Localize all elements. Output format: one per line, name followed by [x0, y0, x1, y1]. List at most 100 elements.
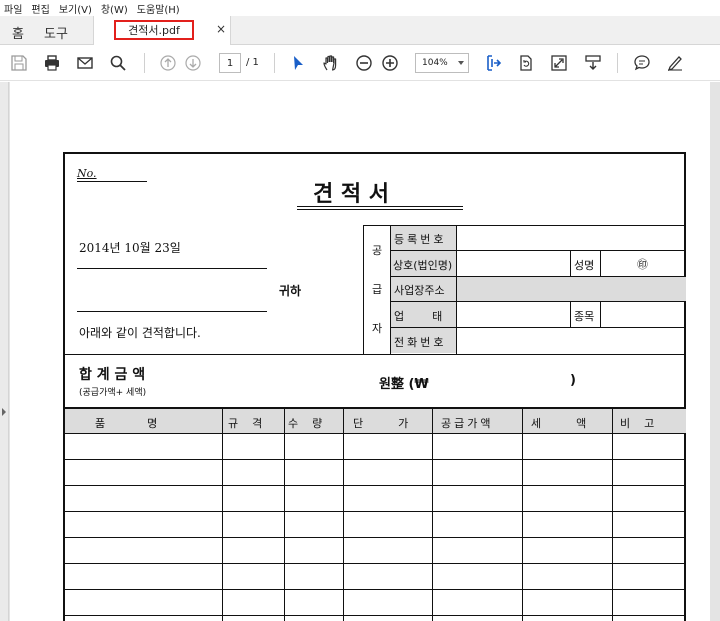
column-header: 세 액	[531, 417, 587, 430]
total-close: )	[570, 373, 576, 388]
supplier-label-char: 자	[372, 322, 383, 335]
supplier-cell-line	[600, 301, 601, 327]
intro-text: 아래와 같이 견적합니다.	[79, 326, 201, 340]
zoom-value: 104%	[422, 58, 448, 68]
table-row	[65, 433, 686, 434]
business-item-label: 종목	[574, 310, 595, 323]
total-sub-label: (공급가액+ 세액)	[79, 388, 147, 398]
tab-bar: 홈 도구 견적서.pdf ×	[0, 16, 720, 45]
page-number-input[interactable]: 1	[219, 53, 241, 73]
recipient-suffix: 귀하	[279, 284, 302, 298]
hand-icon[interactable]	[321, 53, 341, 73]
email-icon[interactable]	[75, 53, 95, 73]
menu-file[interactable]: 파일	[4, 1, 22, 16]
number-underline	[77, 181, 147, 182]
tab-tools[interactable]: 도구	[44, 23, 68, 42]
phone-number-label: 전화번호	[394, 336, 447, 349]
scroll-mode-icon[interactable]	[583, 53, 603, 73]
supplier-border	[363, 225, 364, 354]
business-type-label: 업 태	[394, 310, 443, 323]
column-header: 비 고	[620, 417, 655, 430]
save-icon[interactable]	[9, 53, 29, 73]
company-name-label: 상호(법인명)	[393, 259, 453, 272]
column-header: 품 명	[95, 417, 158, 430]
recipient-line	[77, 311, 267, 312]
expand-pane-icon[interactable]	[2, 408, 6, 416]
title-underline	[297, 209, 463, 210]
supplier-cell-line	[600, 250, 601, 276]
column-header: 규 격	[228, 417, 263, 430]
table-row	[65, 589, 686, 590]
close-tab-icon[interactable]: ×	[216, 22, 226, 36]
zoom-out-icon[interactable]	[354, 53, 374, 73]
table-column-line	[522, 409, 523, 621]
menu-edit[interactable]: 편집	[31, 1, 49, 16]
page-up-icon[interactable]	[158, 53, 178, 73]
zoom-in-icon[interactable]	[380, 53, 400, 73]
supplier-row-line	[390, 327, 686, 328]
registration-number-label: 등록번호	[394, 233, 447, 246]
tab-home[interactable]: 홈	[12, 23, 24, 42]
supplier-cell-line	[570, 301, 571, 327]
fullscreen-icon[interactable]	[549, 53, 569, 73]
toolbar-separator	[274, 53, 275, 73]
sign-icon[interactable]	[665, 53, 685, 73]
document-number-label: No.	[77, 167, 97, 180]
supplier-cell-line	[570, 250, 571, 276]
pdf-page: No. 견 적 서 2014년 10월 23일 귀하 아래와 같이 견적합니다.	[10, 82, 710, 621]
table-row	[65, 563, 686, 564]
menu-bar: 파일 편집 보기(V) 창(W) 도움말(H)	[0, 0, 720, 16]
page-count: / 1	[246, 57, 259, 68]
select-cursor-icon[interactable]	[288, 53, 308, 73]
zoom-select[interactable]: 104%	[415, 53, 469, 73]
toolbar-separator	[617, 53, 618, 73]
fit-page-icon[interactable]	[483, 53, 503, 73]
document-viewport[interactable]: No. 견 적 서 2014년 10월 23일 귀하 아래와 같이 견적합니다.	[0, 82, 720, 621]
print-icon[interactable]	[42, 53, 62, 73]
supplier-row-line	[390, 301, 686, 302]
navigation-pane-toggle[interactable]	[0, 82, 9, 621]
address-field	[457, 276, 686, 301]
column-header: 공급가액	[441, 417, 494, 430]
column-header: 수 량	[288, 417, 323, 430]
table-row	[65, 459, 686, 460]
toolbar: 1 / 1 104%	[0, 45, 720, 81]
pdf-viewer-window: 파일 편집 보기(V) 창(W) 도움말(H) 홈 도구 견적서.pdf × 1…	[0, 0, 720, 621]
menu-help[interactable]: 도움말(H)	[137, 1, 180, 16]
total-label: 합 계 금 액	[79, 367, 146, 383]
supplier-label-char: 급	[372, 283, 383, 296]
seal-mark: ㊞	[637, 258, 648, 271]
table-row	[65, 511, 686, 512]
tab-document[interactable]: 견적서.pdf ×	[93, 16, 231, 45]
page-title: 견 적 서	[313, 181, 390, 207]
column-header: 단 가	[353, 417, 409, 430]
document-tab-label[interactable]: 견적서.pdf	[114, 20, 194, 40]
menu-view[interactable]: 보기(V)	[59, 1, 92, 16]
supplier-row-line	[390, 250, 686, 251]
comment-icon[interactable]	[632, 53, 652, 73]
supplier-row-line	[390, 276, 686, 277]
toolbar-separator	[144, 53, 145, 73]
table-column-line	[612, 409, 613, 621]
title-underline	[297, 206, 463, 207]
business-address-label: 사업장주소	[394, 284, 445, 297]
table-column-line	[222, 409, 223, 621]
supplier-label-char: 공	[372, 244, 383, 257]
table-column-line	[343, 409, 344, 621]
table-row	[65, 537, 686, 538]
estimate-date: 2014년 10월 23일	[79, 241, 181, 255]
table-column-line	[284, 409, 285, 621]
search-icon[interactable]	[108, 53, 128, 73]
menu-window[interactable]: 창(W)	[101, 1, 128, 16]
chevron-down-icon	[458, 61, 464, 65]
table-column-line	[432, 409, 433, 621]
estimate-form: No. 견 적 서 2014년 10월 23일 귀하 아래와 같이 견적합니다.	[63, 152, 686, 621]
table-row	[65, 615, 686, 616]
representative-name-label: 성명	[574, 259, 595, 272]
rotate-icon[interactable]	[516, 53, 536, 73]
table-row	[65, 485, 686, 486]
page-down-icon[interactable]	[183, 53, 203, 73]
total-amount: 원整 (₩	[379, 377, 429, 392]
recipient-line	[77, 268, 267, 269]
section-divider	[65, 354, 686, 355]
